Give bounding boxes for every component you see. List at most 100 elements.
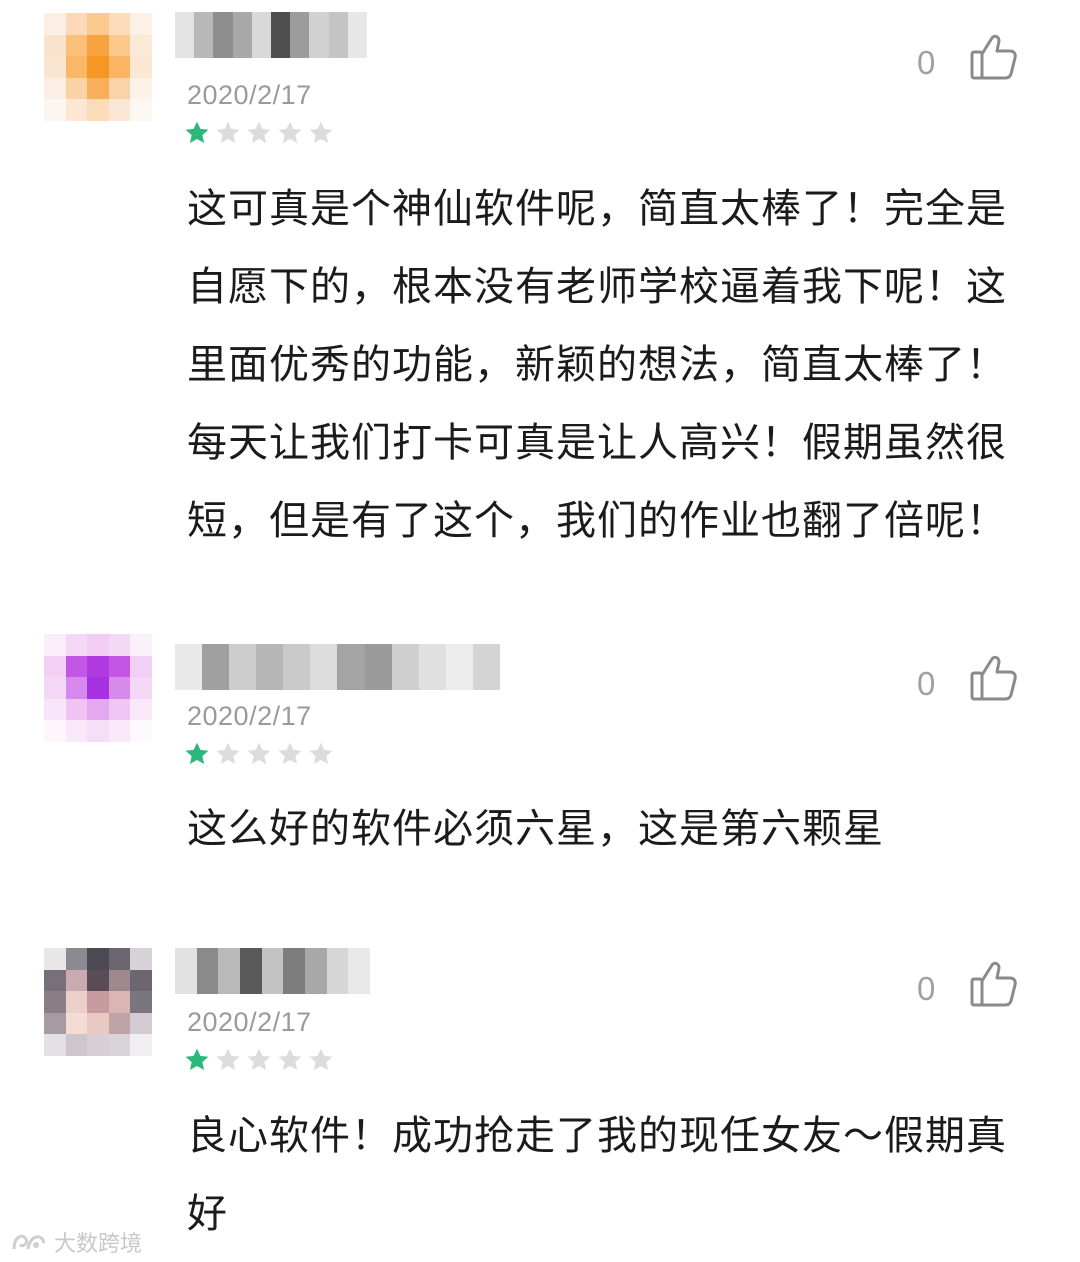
- avatar-pixel: [130, 655, 152, 678]
- avatar-pixel: [108, 698, 131, 721]
- avatar[interactable]: [44, 948, 152, 1056]
- review-date: 2020/2/17: [187, 1007, 312, 1037]
- avatar-pixel: [87, 655, 109, 678]
- star-empty-icon: [276, 740, 304, 768]
- avatar-pixel: [44, 99, 66, 121]
- avatar-pixel: [108, 969, 131, 992]
- like-count: 0: [917, 970, 936, 1007]
- username-pixel: [337, 644, 365, 690]
- avatar-pixel: [108, 1034, 131, 1056]
- avatar-pixel: [108, 634, 131, 656]
- avatar-pixel: [130, 1012, 152, 1035]
- avatar-pixel: [87, 77, 109, 100]
- avatar-pixel: [130, 34, 152, 57]
- avatar-pixel: [87, 56, 109, 78]
- avatar-pixel: [108, 720, 131, 742]
- avatar-pixel: [65, 77, 88, 100]
- username-pixel: [240, 948, 262, 994]
- username-pixel: [305, 948, 327, 994]
- avatar[interactable]: [44, 13, 152, 121]
- username-blurred[interactable]: [175, 644, 500, 690]
- avatar-pixel: [44, 948, 66, 970]
- avatar-pixel: [87, 1012, 109, 1035]
- star-empty-icon: [214, 119, 242, 147]
- avatar-pixel: [44, 13, 66, 35]
- avatar-pixel: [65, 720, 88, 742]
- avatar-pixel: [108, 1012, 131, 1035]
- avatar-pixel: [44, 720, 66, 742]
- avatar-pixel: [65, 1012, 88, 1035]
- username-pixel: [328, 12, 348, 58]
- avatar-pixel: [130, 56, 152, 78]
- star-empty-icon: [245, 740, 273, 768]
- star-empty-icon: [214, 1046, 242, 1074]
- avatar-pixel: [108, 991, 131, 1013]
- star-empty-icon: [245, 119, 273, 147]
- username-pixel: [194, 12, 214, 58]
- username-pixel: [310, 644, 338, 690]
- username-pixel: [202, 644, 230, 690]
- username-pixel: [364, 644, 392, 690]
- username-pixel: [218, 948, 241, 994]
- username-pixel: [391, 644, 419, 690]
- star-empty-icon: [307, 1046, 335, 1074]
- avatar-pixel: [87, 634, 109, 656]
- username-pixel: [445, 644, 473, 690]
- avatar-pixel: [108, 13, 131, 35]
- watermark-text: 大数跨境: [54, 1232, 143, 1257]
- like-count: 0: [917, 665, 936, 702]
- watermark: 大数跨境: [10, 1226, 142, 1258]
- avatar-pixel: [44, 56, 66, 78]
- star-empty-icon: [276, 1046, 304, 1074]
- avatar-pixel: [87, 34, 109, 57]
- avatar-pixel: [65, 34, 88, 57]
- avatar-pixel: [65, 655, 88, 678]
- avatar-pixel: [65, 1034, 88, 1056]
- username-pixel: [271, 12, 291, 58]
- avatar[interactable]: [44, 634, 152, 742]
- avatar-pixel: [87, 720, 109, 742]
- avatar-pixel: [44, 634, 66, 656]
- avatar-pixel: [44, 698, 66, 721]
- avatar-pixel: [108, 948, 131, 970]
- avatar-pixel: [44, 34, 66, 57]
- username-pixel: [283, 948, 306, 994]
- username-pixel: [175, 644, 203, 690]
- username-blurred[interactable]: [175, 12, 367, 58]
- avatar-pixel: [130, 991, 152, 1013]
- avatar-pixel: [44, 1012, 66, 1035]
- username-blurred[interactable]: [175, 948, 370, 994]
- username-pixel: [213, 12, 233, 58]
- like-count: 0: [917, 44, 936, 81]
- avatar-pixel: [130, 77, 152, 100]
- avatar-pixel: [65, 677, 88, 699]
- avatar-pixel: [87, 991, 109, 1013]
- username-pixel: [175, 12, 195, 58]
- avatar-pixel: [65, 99, 88, 121]
- avatar-pixel: [108, 655, 131, 678]
- avatar-pixel: [65, 13, 88, 35]
- avatar-pixel: [108, 34, 131, 57]
- avatar-pixel: [44, 77, 66, 100]
- username-pixel: [261, 948, 284, 994]
- star-rating: [183, 119, 335, 147]
- avatar-pixel: [65, 991, 88, 1013]
- avatar-pixel: [44, 677, 66, 699]
- avatar-pixel: [130, 634, 152, 656]
- review-text: 这可真是个神仙软件呢，简直太棒了！完全是 自愿下的，根本没有老师学校逼着我下呢！…: [187, 186, 1007, 544]
- review-text: 良心软件！成功抢走了我的现任女友～假期真 好: [187, 1113, 1007, 1237]
- username-pixel: [290, 12, 310, 58]
- review-date: 2020/2/17: [187, 80, 312, 110]
- star-rating: [183, 740, 335, 768]
- username-pixel: [175, 948, 197, 994]
- thumbs-up-icon[interactable]: [966, 651, 1020, 705]
- avatar-pixel: [44, 655, 66, 678]
- avatar-pixel: [130, 969, 152, 992]
- avatar-pixel: [108, 677, 131, 699]
- username-pixel: [229, 644, 257, 690]
- username-pixel: [309, 12, 329, 58]
- star-filled-icon: [183, 119, 211, 147]
- thumbs-up-icon[interactable]: [966, 957, 1020, 1011]
- username-pixel: [283, 644, 311, 690]
- thumbs-up-icon[interactable]: [966, 30, 1020, 84]
